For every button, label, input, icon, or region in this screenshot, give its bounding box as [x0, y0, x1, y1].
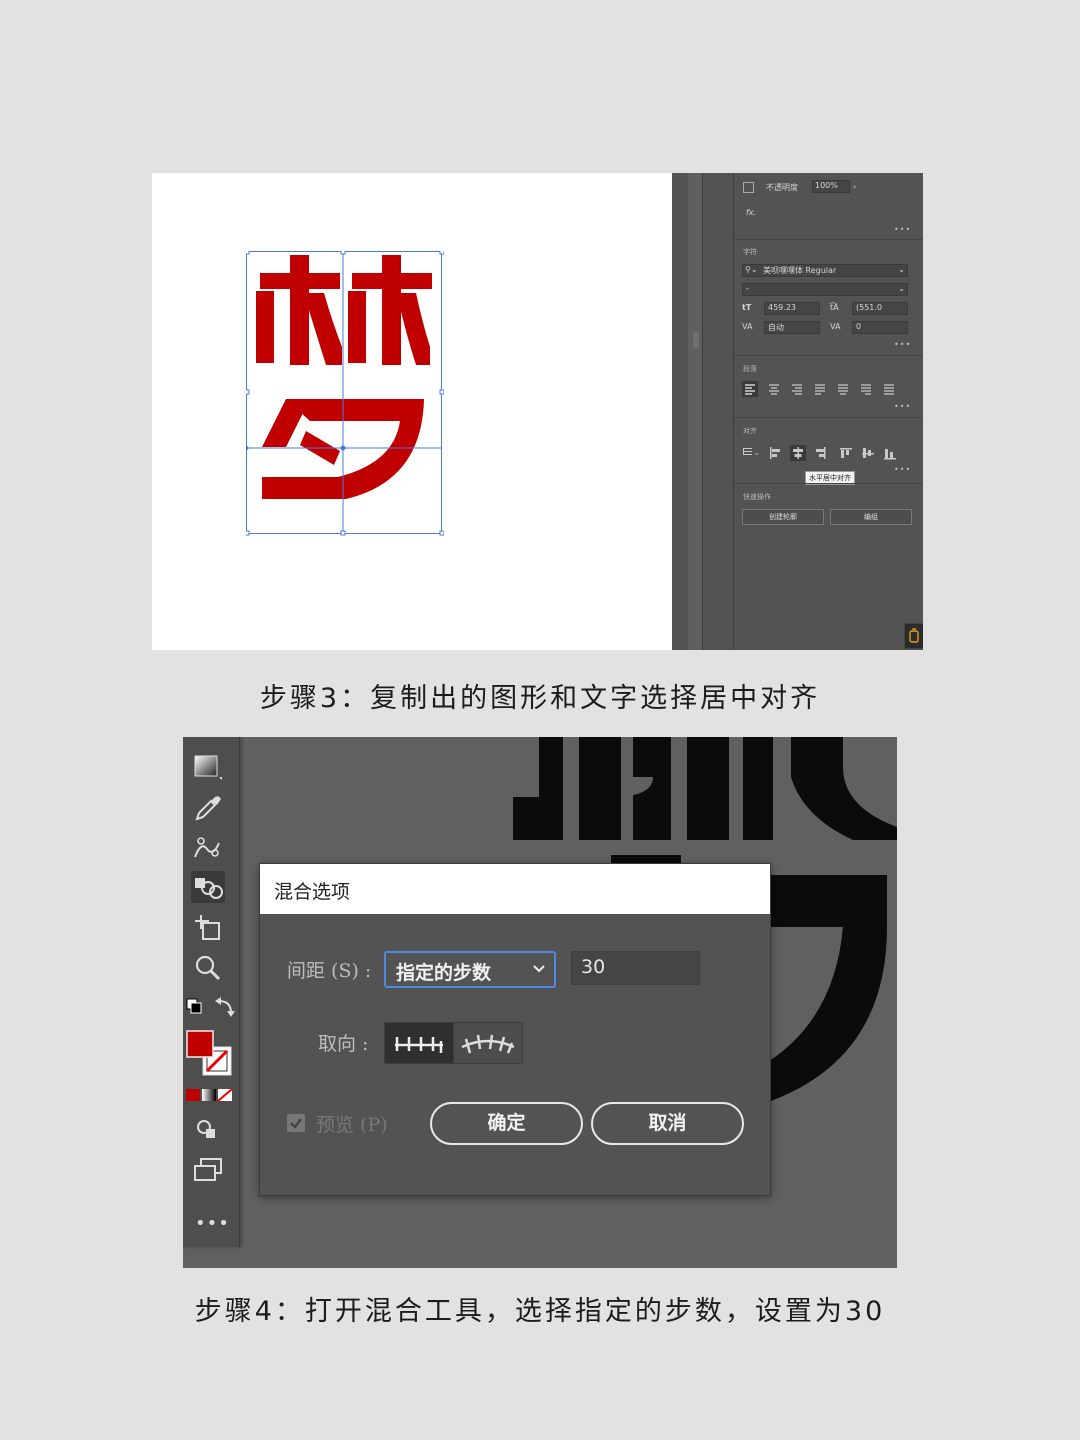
font-size-field[interactable]: 459.23: [764, 302, 820, 315]
more-options-icon[interactable]: •••: [894, 465, 911, 474]
spacing-label: 间距 (S) :: [287, 960, 372, 982]
align-to-page-icon: [395, 1037, 443, 1053]
tools-panel: •••: [183, 737, 240, 1247]
align-object-icons[interactable]: ⌄: [742, 445, 912, 461]
gradient-tool[interactable]: [191, 751, 225, 783]
opacity-field[interactable]: 100%: [812, 180, 850, 193]
meng-glyph: [256, 255, 432, 499]
tooltip-text: 水平居中对齐: [809, 474, 851, 482]
right-dock: 不透明度 100% › fx. ••• 字符 ⚲⌄ 美呗嘿嘿体 Regular …: [672, 173, 923, 650]
blend-options-dialog: 混合选项 间距 (S) : 指定的步数 30 取向 : 预览 (P) 确定 取消: [259, 863, 771, 1196]
leading-icon: t͡A: [830, 303, 839, 312]
puppet-warp-icon: [194, 837, 220, 858]
fill-stroke-swatches[interactable]: [185, 1029, 235, 1077]
align-section-title: 对齐: [743, 427, 757, 435]
artboard: [152, 173, 672, 650]
group-button[interactable]: 编组: [830, 509, 912, 525]
draw-mode-tool[interactable]: [191, 1113, 225, 1145]
steps-input[interactable]: 30: [571, 951, 700, 985]
steps-input-value: 30: [581, 956, 606, 978]
screen-mode-icon: [194, 1158, 222, 1181]
create-outlines-button[interactable]: 创建轮廓: [742, 509, 824, 525]
preview-label: 预览 (P): [316, 1114, 388, 1136]
blend-tool[interactable]: [191, 871, 225, 903]
draw-mode-icon: [197, 1120, 215, 1138]
chevron-down-icon: ⌄: [898, 284, 905, 293]
screenshot-blend-options: ••• 混合选项 间距 (S) : 指定的步数 30 取向 : 预览 (P) 确…: [183, 737, 897, 1268]
blend-shape-tool[interactable]: [191, 831, 225, 863]
properties-panel: 不透明度 100% › fx. ••• 字符 ⚲⌄ 美呗嘿嘿体 Regular …: [734, 173, 923, 650]
align-to-page-button[interactable]: [384, 1022, 454, 1064]
color-gradient-none-icons: [186, 1088, 233, 1102]
font-size-icon: tT: [742, 303, 752, 312]
more-options-icon[interactable]: •••: [894, 340, 911, 349]
kerning-value: 自动: [768, 323, 784, 332]
leading-field[interactable]: (551.0: [852, 302, 908, 315]
plugin-icon: [909, 628, 919, 643]
ok-button[interactable]: 确定: [430, 1102, 583, 1145]
search-icon: ⚲⌄: [745, 265, 758, 274]
font-style-select[interactable]: - ⌄: [742, 283, 908, 296]
blend-icon: [195, 878, 223, 899]
swap-icon: [186, 997, 235, 1017]
zoom-icon: [195, 955, 221, 981]
more-tools-icon[interactable]: •••: [195, 1213, 230, 1234]
quick-actions-title: 快速操作: [743, 493, 771, 501]
eyedropper-tool[interactable]: [191, 791, 225, 823]
artboard-icon: [195, 915, 220, 940]
kerning-field[interactable]: 自动: [764, 321, 820, 334]
tracking-icon: VA: [830, 322, 841, 331]
chevron-down-icon: ⌄: [898, 265, 905, 274]
orientation-label: 取向 :: [318, 1033, 369, 1055]
more-options-icon[interactable]: •••: [894, 402, 911, 411]
character-section-title: 字符: [743, 248, 757, 256]
preview-checkbox[interactable]: [287, 1114, 305, 1132]
meng-glyph-selection[interactable]: [246, 251, 444, 537]
align-left-text-button[interactable]: [742, 381, 758, 397]
fill-color-swatch: [186, 1030, 232, 1076]
checkmark-icon: [290, 1118, 302, 1129]
dialog-title-bar: 混合选项: [260, 864, 770, 914]
font-style-value: -: [746, 284, 749, 293]
svg-text:⌄: ⌄: [754, 449, 760, 457]
dialog-title: 混合选项: [274, 881, 351, 903]
eyedropper-icon: [195, 796, 221, 821]
swap-fill-stroke[interactable]: [185, 997, 235, 1019]
font-family-select[interactable]: ⚲⌄ 美呗嘿嘿体 Regular ⌄: [742, 264, 908, 277]
font-size-value: 459.23: [768, 303, 796, 312]
tracking-value: 0: [856, 322, 862, 331]
leading-value: (551.0: [856, 303, 883, 312]
plugin-button[interactable]: [904, 623, 923, 649]
opacity-icon: [743, 182, 754, 193]
screenshot-align: 不透明度 100% › fx. ••• 字符 ⚲⌄ 美呗嘿嘿体 Regular …: [152, 173, 923, 650]
spacing-select[interactable]: 指定的步数: [384, 951, 556, 988]
align-to-path-icon: [461, 1034, 515, 1054]
paragraph-section-title: 段落: [743, 365, 757, 373]
caption-step3: 步骤3：复制出的图形和文字选择居中对齐: [259, 683, 821, 714]
artboard-tool[interactable]: [191, 911, 225, 943]
kerning-icon: VA: [742, 322, 753, 331]
paragraph-align-icons[interactable]: [766, 381, 916, 397]
opacity-value: 100%: [815, 181, 838, 190]
align-to-path-button[interactable]: [453, 1022, 523, 1064]
zoom-tool[interactable]: [191, 951, 225, 983]
panel-grip[interactable]: [693, 331, 699, 349]
font-family-value: 美呗嘿嘿体 Regular: [763, 266, 837, 275]
tracking-field[interactable]: 0: [852, 321, 908, 334]
fx-icon[interactable]: fx.: [746, 208, 756, 217]
chevron-right-icon[interactable]: ›: [853, 182, 856, 191]
spacing-select-value: 指定的步数: [396, 962, 492, 984]
gradient-icon: [194, 755, 222, 780]
chevron-down-icon: [533, 965, 545, 973]
align-left-icon: [745, 384, 755, 395]
cancel-button[interactable]: 取消: [591, 1102, 744, 1145]
color-mode-buttons[interactable]: [185, 1087, 235, 1103]
opacity-label: 不透明度: [766, 183, 798, 192]
caption-step4: 步骤4：打开混合工具，选择指定的步数，设置为30: [194, 1296, 886, 1327]
screen-mode-tool[interactable]: [191, 1153, 225, 1185]
more-options-icon[interactable]: •••: [894, 225, 911, 234]
